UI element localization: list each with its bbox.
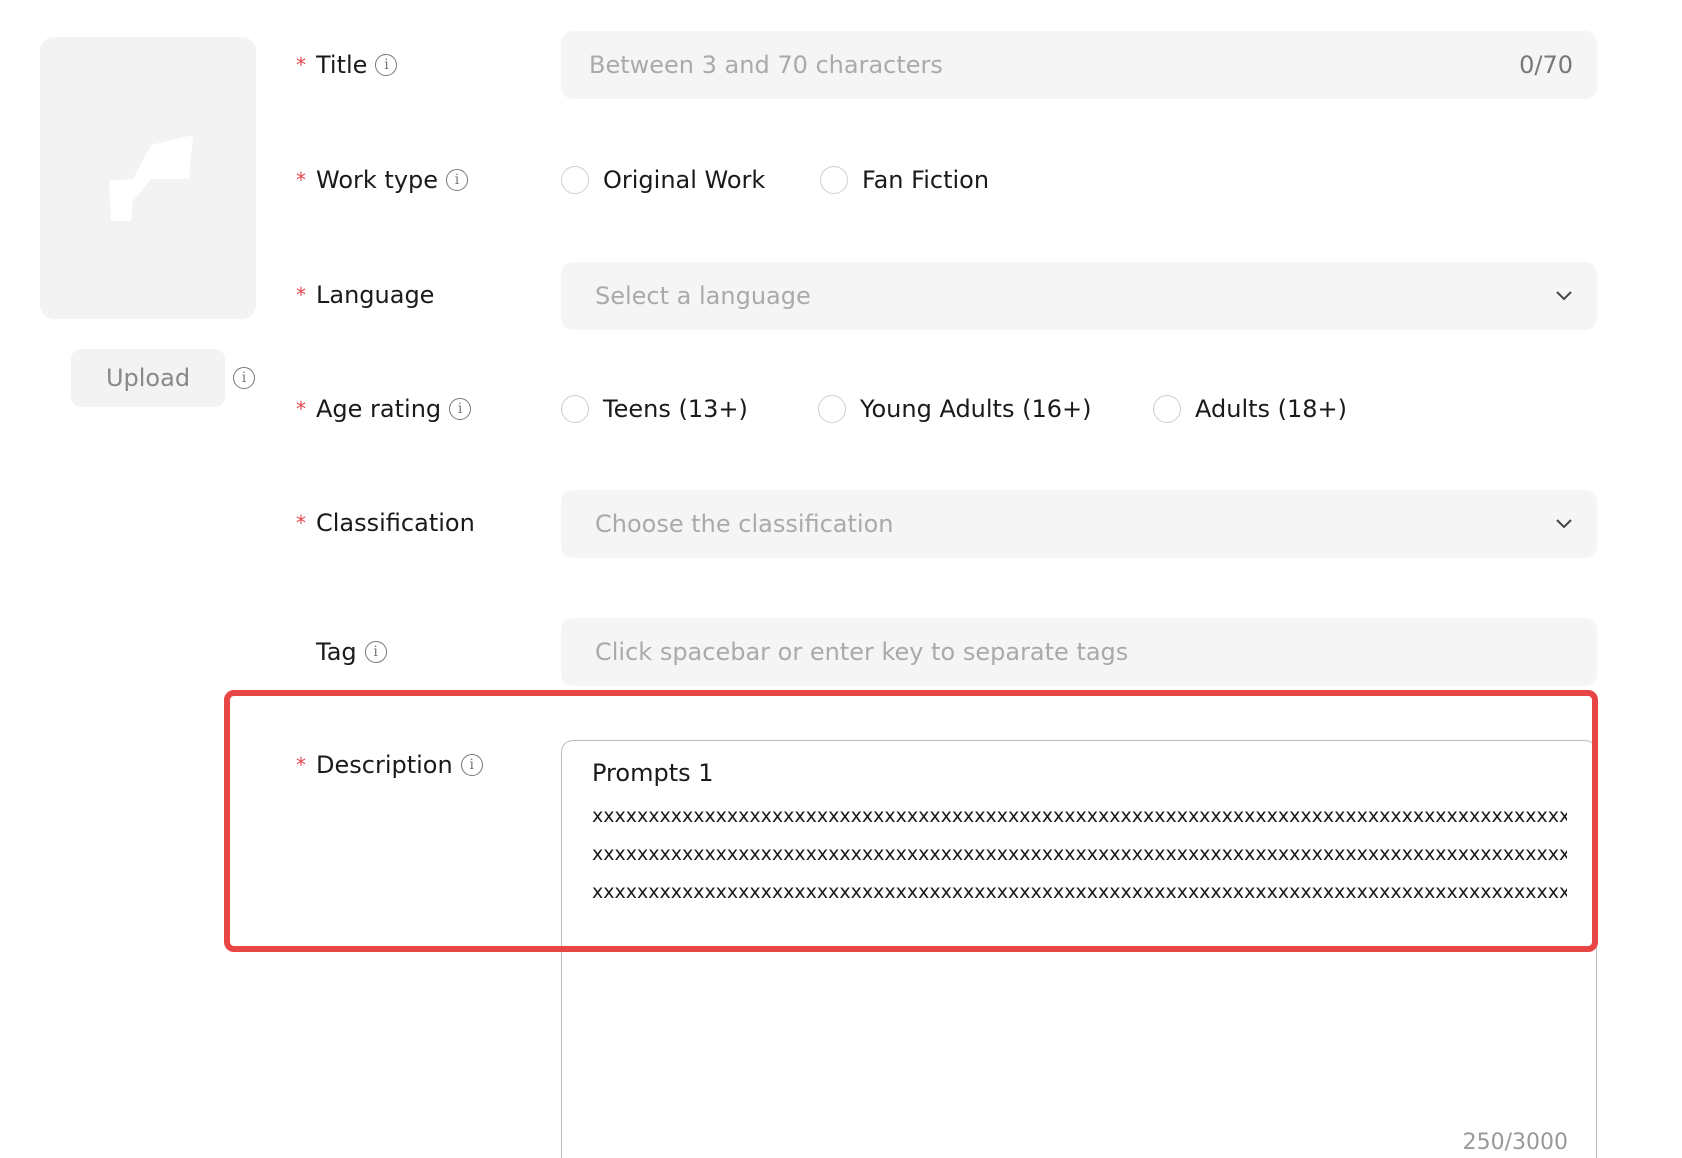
radio-circle[interactable] <box>820 166 848 194</box>
age-rating-radio-group: Teens (13+) Young Adults (16+) Adults (1… <box>561 389 1597 429</box>
radio-label: Young Adults (16+) <box>860 395 1092 423</box>
title-info-icon[interactable]: i <box>375 54 398 76</box>
description-line: Prompts 1 <box>592 759 714 787</box>
radio-original-work[interactable]: Original Work <box>561 166 765 194</box>
age-rating-info-icon[interactable]: i <box>449 398 472 420</box>
chevron-down-icon <box>1555 290 1573 302</box>
tag-placeholder: Click spacebar or enter key to separate … <box>595 638 1129 666</box>
description-line: xxxxxxxxxxxxxxxxxxxxxxxxxxxxxxxxxxxxxxxx… <box>592 843 1567 865</box>
tag-label-text: Tag <box>316 638 357 666</box>
classification-label: * Classification <box>296 503 475 543</box>
title-label-text: Title <box>316 51 368 79</box>
radio-young-adults[interactable]: Young Adults (16+) <box>818 395 1091 423</box>
language-label: * Language <box>296 275 434 315</box>
title-label: * Title i <box>296 45 398 85</box>
tag-input[interactable]: Click spacebar or enter key to separate … <box>561 618 1597 686</box>
radio-label: Teens (13+) <box>603 395 748 423</box>
radio-label: Fan Fiction <box>862 166 990 194</box>
work-type-info-icon[interactable]: i <box>446 169 469 191</box>
tag-label: Tag i <box>316 632 387 672</box>
image-placeholder-icon <box>109 135 193 221</box>
description-line: xxxxxxxxxxxxxxxxxxxxxxxxxxxxxxxxxxxxxxxx… <box>592 805 1567 827</box>
radio-label: Adults (18+) <box>1195 395 1348 423</box>
description-label: * Description i <box>296 745 483 785</box>
required-mark: * <box>296 511 306 535</box>
description-counter: 250/3000 <box>1462 1130 1568 1155</box>
language-placeholder: Select a language <box>595 282 811 310</box>
work-type-radio-group: Original Work Fan Fiction <box>561 160 989 200</box>
required-mark: * <box>296 753 306 777</box>
cover-placeholder <box>40 37 256 319</box>
chevron-down-icon <box>1555 518 1573 530</box>
required-mark: * <box>296 53 306 77</box>
required-mark: * <box>296 397 306 421</box>
radio-adults[interactable]: Adults (18+) <box>1153 395 1347 423</box>
description-line: xxxxxxxxxxxxxxxxxxxxxxxxxxxxxxxxxxxxxxxx… <box>592 881 1567 903</box>
radio-circle[interactable] <box>561 395 589 423</box>
age-rating-label: * Age rating i <box>296 389 472 429</box>
description-info-icon[interactable]: i <box>460 754 483 776</box>
radio-circle[interactable] <box>561 166 589 194</box>
upload-info-icon[interactable]: i <box>233 367 255 389</box>
radio-teens[interactable]: Teens (13+) <box>561 395 748 423</box>
required-mark: * <box>296 168 306 192</box>
language-select[interactable]: Select a language <box>561 262 1597 330</box>
age-rating-label-text: Age rating <box>316 395 442 423</box>
classification-label-text: Classification <box>316 509 475 537</box>
work-type-label: * Work type i <box>296 160 469 200</box>
description-textarea[interactable]: Prompts 1 xxxxxxxxxxxxxxxxxxxxxxxxxxxxxx… <box>561 740 1597 1158</box>
radio-label: Original Work <box>603 166 766 194</box>
radio-circle[interactable] <box>1153 395 1181 423</box>
radio-circle[interactable] <box>818 395 846 423</box>
work-type-label-text: Work type <box>316 166 439 194</box>
radio-fan-fiction[interactable]: Fan Fiction <box>820 166 989 194</box>
description-label-text: Description <box>316 751 453 779</box>
tag-info-icon[interactable]: i <box>364 641 387 663</box>
title-counter: 0/70 <box>1519 51 1573 79</box>
title-placeholder: Between 3 and 70 characters <box>589 51 943 79</box>
classification-placeholder: Choose the classification <box>595 510 894 538</box>
required-mark: * <box>296 283 306 307</box>
classification-select[interactable]: Choose the classification <box>561 490 1597 558</box>
upload-button[interactable]: Upload <box>71 349 225 407</box>
language-label-text: Language <box>316 281 435 309</box>
title-input[interactable]: Between 3 and 70 characters 0/70 <box>561 31 1597 99</box>
